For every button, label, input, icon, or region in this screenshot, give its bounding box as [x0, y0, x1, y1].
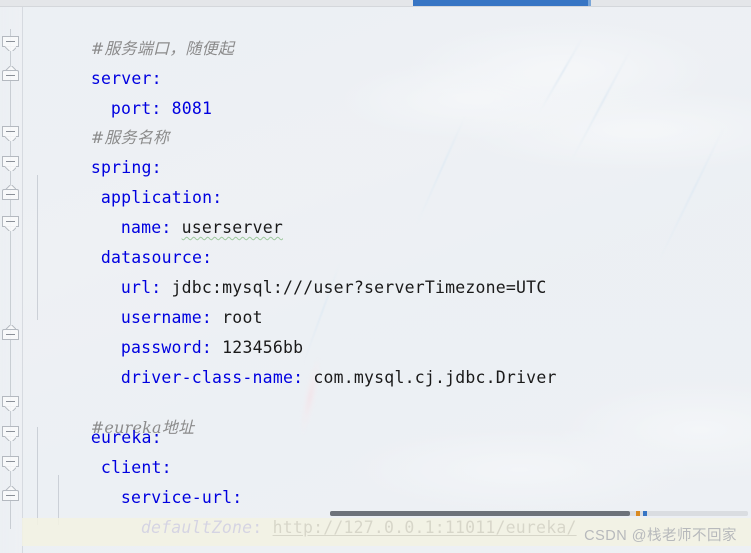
- code-line-8[interactable]: datasource:: [40, 213, 212, 267]
- code-line-3[interactable]: port: 8081: [50, 64, 212, 118]
- scrollbar-warning-marker-icon[interactable]: [636, 511, 640, 516]
- fold-marker-server-end[interactable]: [2, 70, 19, 85]
- code-line-18[interactable]: defaultZone: http://127.0.0.1:11011/eure…: [80, 483, 577, 537]
- code-line-1[interactable]: #服务端口，随便起: [30, 4, 234, 58]
- code-line-7[interactable]: name: userserver: [60, 183, 283, 237]
- code-line-9[interactable]: url: jdbc:mysql:///user?serverTimezone=U…: [60, 243, 546, 297]
- csdn-watermark: CSDN @栈老师不回家: [584, 528, 737, 544]
- fold-marker-server[interactable]: [2, 36, 19, 51]
- fold-marker-application[interactable]: [2, 156, 19, 171]
- code-line-11[interactable]: password: 123456bb: [60, 303, 303, 357]
- yaml-value-driver-class-name: com.mysql.cj.jdbc.Driver: [313, 368, 557, 387]
- code-line-12[interactable]: driver-class-name: com.mysql.cj.jdbc.Dri…: [60, 333, 557, 387]
- code-line-15[interactable]: eureka:: [30, 393, 162, 447]
- fold-marker-eureka[interactable]: [2, 396, 19, 411]
- fold-marker-datasource-end[interactable]: [2, 329, 19, 344]
- horizontal-scrollbar-track[interactable]: [330, 511, 748, 516]
- fold-marker-client[interactable]: [2, 426, 19, 441]
- horizontal-scrollbar-thumb[interactable]: [330, 511, 630, 516]
- code-line-10[interactable]: username: root: [60, 273, 263, 327]
- gutter-fold-rail: [10, 29, 11, 529]
- code-line-17[interactable]: service-url:: [60, 453, 242, 507]
- active-tab-indicator-edge: [588, 0, 591, 6]
- fold-marker-spring[interactable]: [2, 126, 19, 141]
- code-line-4[interactable]: #服务名称: [30, 93, 169, 147]
- code-line-5[interactable]: spring:: [30, 123, 162, 177]
- fold-marker-datasource[interactable]: [2, 216, 19, 231]
- colon-10: :: [293, 368, 314, 387]
- active-tab-indicator[interactable]: [413, 0, 588, 6]
- code-editor-area[interactable]: #服务端口，随便起 server: port: 8081 #服务名称 sprin…: [22, 7, 751, 553]
- code-line-6[interactable]: application:: [40, 153, 222, 207]
- editor-gutter[interactable]: [0, 7, 23, 553]
- yaml-value-port: 8081: [171, 99, 213, 118]
- code-line-2[interactable]: server:: [30, 34, 162, 88]
- scrollbar-info-marker-icon[interactable]: [643, 511, 647, 516]
- fold-marker-service-url[interactable]: [2, 456, 19, 471]
- editor-window: #服务端口，随便起 server: port: 8081 #服务名称 sprin…: [0, 0, 751, 553]
- fold-marker-application-end[interactable]: [2, 189, 19, 204]
- fold-marker-service-url-end[interactable]: [2, 490, 19, 505]
- code-line-16[interactable]: client:: [40, 423, 172, 477]
